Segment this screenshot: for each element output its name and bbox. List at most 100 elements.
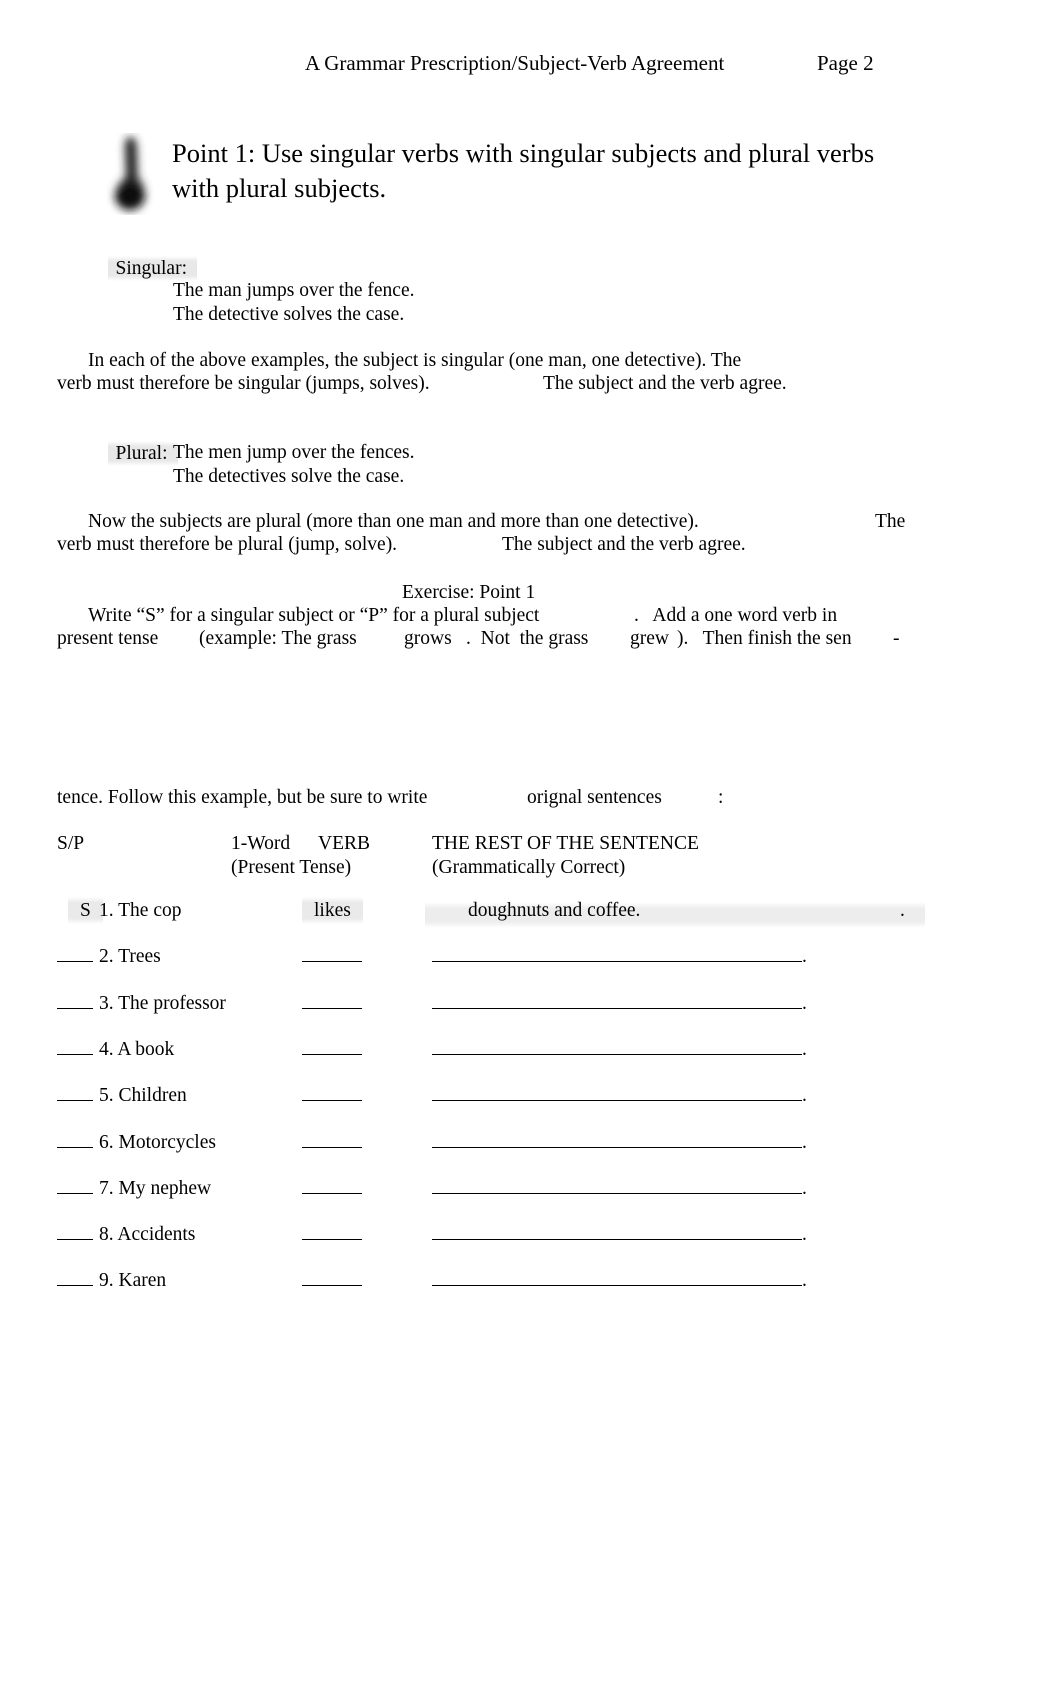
row-verb-blank[interactable] bbox=[302, 1133, 362, 1148]
row-rest-blank[interactable] bbox=[432, 1271, 802, 1287]
row-verb-blank[interactable] bbox=[302, 1086, 362, 1102]
plural-label: Plural: bbox=[107, 440, 178, 466]
row-verb-blank[interactable] bbox=[302, 1225, 362, 1241]
table-row: 9. Karen. bbox=[0, 1270, 1062, 1300]
table-row: 3. The professor. bbox=[0, 993, 1062, 1023]
row-sp-blank[interactable] bbox=[57, 1225, 93, 1241]
row-rest-blank[interactable] bbox=[432, 994, 802, 1009]
singular-explanation-line2b: The subject and the verb agree. bbox=[543, 373, 787, 394]
row-verb-value: likes bbox=[302, 897, 363, 924]
row-verb-cell[interactable] bbox=[302, 1132, 422, 1154]
row-verb-blank[interactable] bbox=[302, 1040, 362, 1055]
row-rest-cell[interactable]: . bbox=[432, 1224, 807, 1246]
row-subject: 4. A book bbox=[99, 1038, 175, 1060]
row-subject: 8. Accidents bbox=[99, 1224, 196, 1246]
pen-blob-icon bbox=[104, 133, 160, 215]
row-sp-blank[interactable] bbox=[57, 1133, 93, 1148]
table-row: 8. Accidents. bbox=[0, 1224, 1062, 1254]
row-rest-blank[interactable] bbox=[432, 1225, 802, 1241]
row-sp-blank[interactable] bbox=[57, 1179, 93, 1194]
row-verb-cell[interactable] bbox=[302, 993, 422, 1015]
point-heading-text: Point 1: Use singular verbs with singula… bbox=[172, 138, 875, 203]
row-verb-cell[interactable] bbox=[302, 1039, 422, 1061]
plural-explanation-line1a: Now the subjects are plural (more than o… bbox=[88, 511, 699, 532]
row-subject: 3. The professor bbox=[99, 992, 226, 1014]
row-rest-cell[interactable]: . bbox=[432, 1270, 807, 1292]
row-sp-blank[interactable] bbox=[57, 1086, 93, 1102]
singular-example-2: The detective solves the case. bbox=[173, 304, 405, 325]
row-rest-period: . bbox=[802, 1270, 807, 1292]
row-subject: 2. Trees bbox=[99, 946, 161, 968]
row-rest-cell[interactable]: . bbox=[432, 946, 807, 968]
exercise-instruction-line3a: tence. Follow this example, but be sure … bbox=[57, 787, 428, 808]
row-rest-blank[interactable] bbox=[432, 1179, 802, 1194]
row-rest-period: . bbox=[802, 1085, 807, 1107]
row-rest-cell[interactable]: . bbox=[432, 993, 807, 1015]
column-header-verb: VERB bbox=[318, 833, 371, 854]
singular-label: Singular: bbox=[107, 255, 197, 281]
row-rest-period: . bbox=[802, 946, 807, 968]
row-verb-blank[interactable] bbox=[302, 947, 362, 963]
singular-explanation-line1: In each of the above examples, the subje… bbox=[88, 350, 742, 371]
row-subject: 9. Karen bbox=[99, 1270, 167, 1292]
row-subject: 6. Motorcycles bbox=[99, 1131, 216, 1153]
row-rest-period: . bbox=[802, 1177, 807, 1199]
row-rest-cell[interactable]: . bbox=[432, 1178, 807, 1200]
exercise-instruction-line1a: Write “S” for a singular subject or “P” … bbox=[88, 605, 540, 626]
row-rest-value: doughnuts and coffee. bbox=[468, 900, 641, 921]
plural-explanation-line2a: verb must therefore be plural (jump, sol… bbox=[57, 534, 398, 555]
row-subject: 5. Children bbox=[99, 1085, 187, 1107]
row-sp-blank[interactable] bbox=[57, 1271, 93, 1287]
row-verb-cell[interactable] bbox=[302, 1270, 422, 1292]
table-row: 2. Trees. bbox=[0, 946, 1062, 976]
plural-example-1: The men jump over the fences. bbox=[173, 442, 415, 463]
exercise-instruction-line2a: present tense bbox=[57, 628, 159, 649]
row-subject: 7. My nephew bbox=[99, 1177, 212, 1199]
column-header-verb-1word: 1-Word bbox=[231, 833, 291, 854]
row-verb-cell[interactable] bbox=[302, 1178, 422, 1200]
column-header-grammatically-correct: (Grammatically Correct) bbox=[432, 857, 626, 878]
row-rest-period: . bbox=[900, 900, 905, 921]
document-page: A Grammar Prescription/Subject-Verb Agre… bbox=[0, 0, 1062, 1700]
header-page-number: Page 2 bbox=[817, 51, 874, 75]
table-row: S 1. The cop likes doughnuts and coffee.. bbox=[0, 897, 1062, 930]
exercise-instruction-line1b: . Add a one word verb in bbox=[634, 605, 838, 626]
row-verb-blank[interactable] bbox=[302, 1179, 362, 1194]
row-verb-cell[interactable] bbox=[302, 946, 422, 968]
row-rest-cell[interactable]: . bbox=[432, 1085, 807, 1107]
row-subject: 1. The cop bbox=[99, 900, 182, 921]
plural-explanation-line1b: The bbox=[875, 511, 906, 532]
plural-label-wrap: Plural: bbox=[88, 418, 178, 489]
row-verb-cell[interactable]: likes bbox=[302, 897, 422, 924]
row-verb-blank[interactable] bbox=[302, 994, 362, 1009]
plural-example-2: The detectives solve the case. bbox=[173, 466, 405, 487]
row-rest-cell[interactable]: . bbox=[432, 1039, 807, 1061]
exercise-instruction-line3c: : bbox=[718, 787, 724, 808]
exercise-instruction-line2e: grew bbox=[630, 628, 669, 649]
row-rest-blank[interactable] bbox=[432, 1086, 802, 1102]
table-row: 6. Motorcycles. bbox=[0, 1132, 1062, 1162]
header-title: A Grammar Prescription/Subject-Verb Agre… bbox=[305, 51, 725, 75]
row-verb-cell[interactable] bbox=[302, 1224, 422, 1246]
exercise-instruction-line2c: grows bbox=[404, 628, 452, 649]
table-row: 7. My nephew. bbox=[0, 1178, 1062, 1208]
row-rest-blank[interactable] bbox=[432, 1040, 802, 1055]
row-rest-cell[interactable]: doughnuts and coffee.. bbox=[468, 900, 905, 922]
row-rest-blank[interactable] bbox=[432, 947, 802, 963]
column-header-sp: S/P bbox=[57, 833, 85, 854]
row-sp-value: S bbox=[68, 897, 103, 924]
row-rest-blank[interactable] bbox=[432, 1133, 802, 1148]
table-row: 4. A book. bbox=[0, 1039, 1062, 1069]
plural-explanation-line2b: The subject and the verb agree. bbox=[502, 534, 746, 555]
row-rest-period: . bbox=[802, 1224, 807, 1246]
row-rest-period: . bbox=[802, 1131, 807, 1153]
row-verb-cell[interactable] bbox=[302, 1085, 422, 1107]
row-sp-blank[interactable] bbox=[57, 947, 93, 963]
singular-explanation-line2a: verb must therefore be singular (jumps, … bbox=[57, 373, 430, 394]
row-rest-cell[interactable]: . bbox=[432, 1132, 807, 1154]
table-row: 5. Children. bbox=[0, 1085, 1062, 1115]
row-sp-blank[interactable] bbox=[57, 994, 93, 1009]
row-verb-blank[interactable] bbox=[302, 1271, 362, 1287]
row-rest-period: . bbox=[802, 992, 807, 1014]
row-sp-blank[interactable] bbox=[57, 1040, 93, 1055]
